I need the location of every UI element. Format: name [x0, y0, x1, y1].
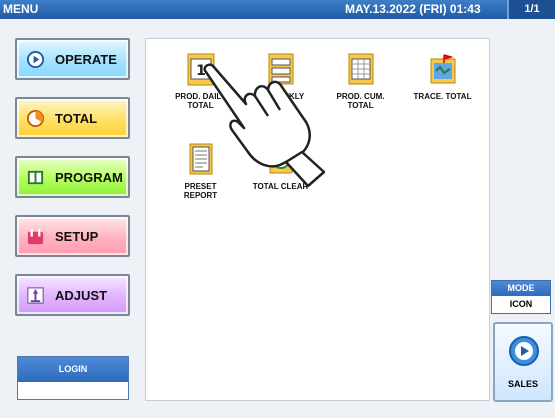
mode-label: MODE — [492, 281, 550, 296]
menu-screen: MENU MAY.13.2022 (FRI) 01:43 1/1 OPERATE… — [0, 0, 555, 418]
setup-label: SETUP — [55, 229, 99, 244]
trace-map-icon — [430, 54, 455, 84]
adjust-button[interactable]: ADJUST — [15, 274, 130, 316]
operate-label: OPERATE — [55, 52, 117, 67]
adjust-label: ADJUST — [55, 288, 108, 303]
total-button[interactable]: TOTAL — [15, 97, 130, 139]
mode-panel[interactable]: MODE ICON — [491, 280, 551, 314]
sales-button[interactable]: SALES — [493, 322, 553, 402]
sales-label: SALES — [507, 379, 538, 389]
mode-value: ICON — [509, 299, 533, 309]
tile-label: TRACE. TOTAL — [413, 92, 472, 101]
pie-icon — [26, 109, 45, 128]
tile-trace-total[interactable]: TRACE. TOTAL — [400, 51, 485, 101]
login-panel[interactable]: LOGIN — [17, 356, 129, 400]
tile-label: TOTAL — [347, 101, 374, 110]
tile-label: REPORT — [183, 191, 218, 200]
screen-title: MENU — [3, 2, 39, 16]
page-indicator[interactable]: 1/1 — [507, 0, 555, 19]
total-label: TOTAL — [55, 111, 98, 126]
date-time: MAY.13.2022 (FRI) 01:43 — [345, 2, 481, 16]
cumulative-report-icon — [348, 53, 373, 85]
play-circle-icon — [509, 336, 539, 366]
play-icon — [26, 50, 45, 69]
program-label: PROGRAM — [55, 170, 123, 185]
pointing-hand-icon — [203, 63, 326, 188]
login-label: LOGIN — [18, 357, 128, 382]
program-button[interactable]: PROGRAM — [15, 156, 130, 198]
tile-label: PROD. CUM. — [336, 92, 385, 101]
title-bar: MENU MAY.13.2022 (FRI) 01:43 1/1 — [0, 0, 555, 19]
operate-button[interactable]: OPERATE — [15, 38, 130, 80]
book-icon — [27, 170, 44, 185]
scale-icon — [27, 287, 44, 304]
tool-icon — [27, 228, 44, 245]
setup-button[interactable]: SETUP — [15, 215, 130, 257]
tile-prod-cum-total[interactable]: PROD. CUM. TOTAL — [318, 51, 403, 110]
